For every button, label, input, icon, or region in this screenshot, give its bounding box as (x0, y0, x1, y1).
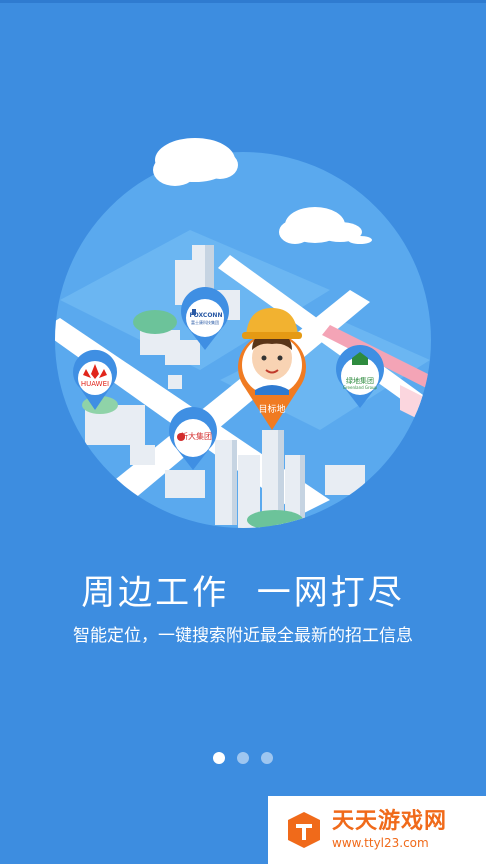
pin-label-xinda: 新大集团 (180, 432, 212, 441)
pin-label-huawei: HUAWEI (80, 380, 110, 388)
page-dot-3[interactable] (261, 752, 273, 764)
ttyl-logo-icon (288, 812, 320, 848)
onboarding-subtitle: 智能定位，一键搜索附近最全最新的招工信息 (73, 626, 413, 646)
watermark-banner: 天天游戏网 www.ttyl23.com (268, 796, 486, 864)
page-dot-1[interactable] (213, 752, 225, 764)
map-illustration (55, 138, 431, 528)
pin-label-foxconn: FOXCONN (189, 312, 223, 319)
watermark-url: www.ttyl23.com (332, 836, 429, 850)
page-indicator (0, 752, 486, 766)
pin-sublabel-greenland: Greenland Group (342, 385, 378, 390)
target-label: 目标地 (258, 405, 286, 415)
pin-sublabel-foxconn: 富士康科技集团 (191, 320, 219, 325)
page-dot-2[interactable] (237, 752, 249, 764)
watermark-title: 天天游戏网 (332, 809, 448, 834)
onboarding-title: 周边工作 一网打尽 (81, 573, 405, 613)
